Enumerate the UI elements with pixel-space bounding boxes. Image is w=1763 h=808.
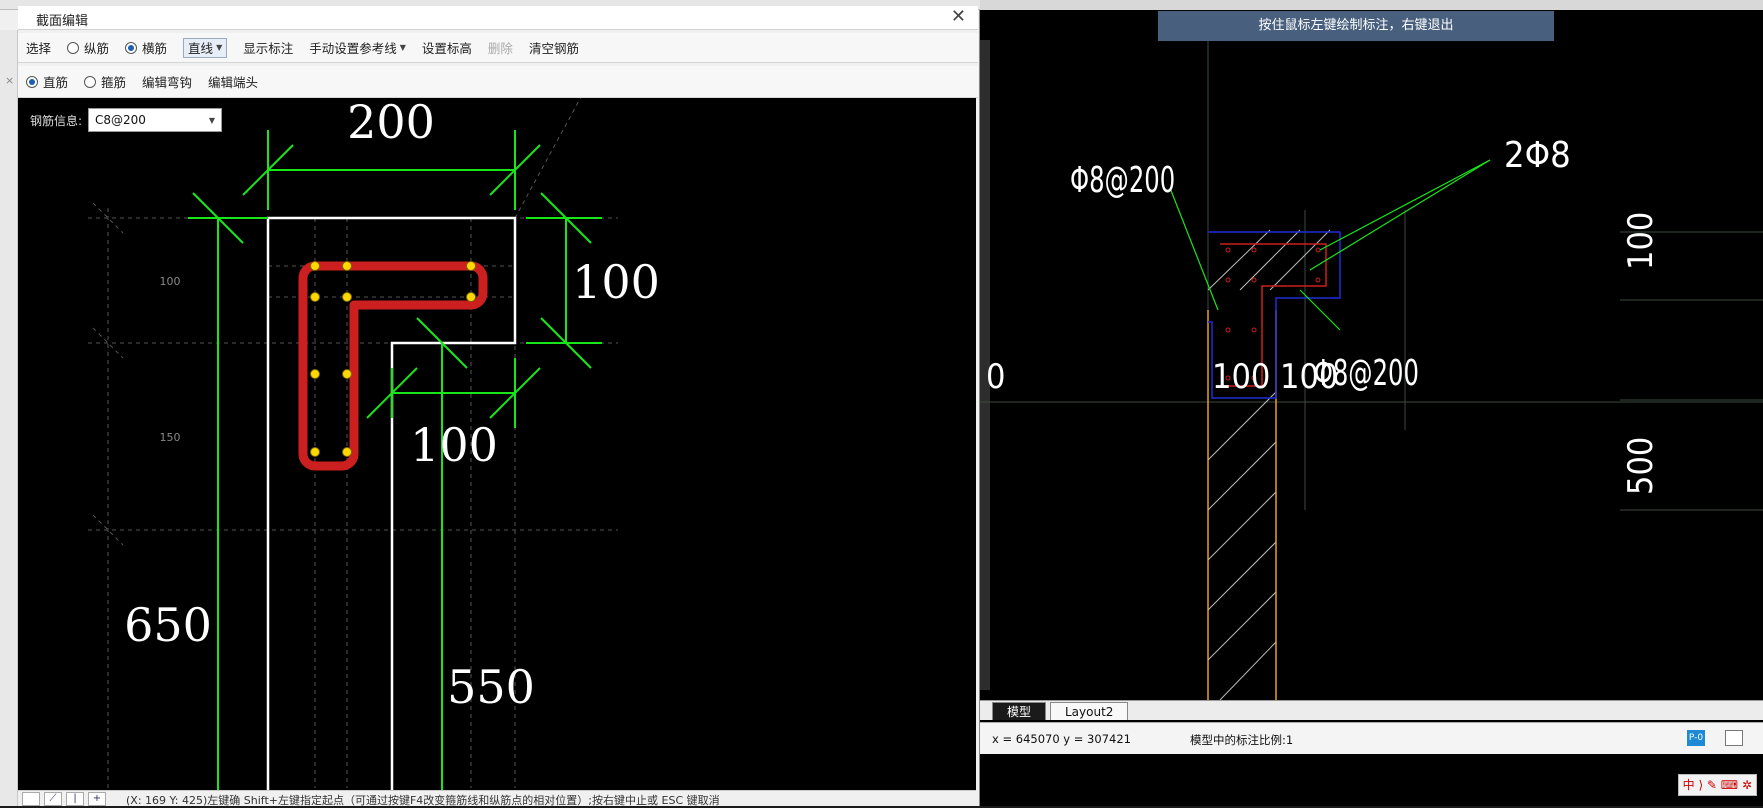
rebar-point[interactable] bbox=[310, 369, 320, 379]
radio-icon[interactable] bbox=[67, 41, 80, 54]
rebar-point[interactable] bbox=[342, 261, 352, 271]
cad-top-strip bbox=[980, 0, 1763, 10]
rebar-point[interactable] bbox=[466, 261, 476, 271]
cad-label-top-right: 2Φ8 bbox=[1504, 135, 1571, 176]
cad-lower-area bbox=[980, 754, 1763, 806]
transverse-radio[interactable]: 横筋 bbox=[117, 33, 175, 62]
cad-status-bar: x = 645070 y = 307421 模型中的标注比例:1 P-0 bbox=[980, 722, 1763, 754]
grid-label-lower: 150 bbox=[160, 431, 181, 444]
section-drawing-canvas[interactable]: 200 100 100 650 550 100 150 钢筋信息: C8@200… bbox=[18, 98, 976, 790]
edit-hook-button[interactable]: 编辑弯钩 bbox=[134, 66, 200, 97]
rebar-point[interactable] bbox=[310, 261, 320, 271]
rebar-info-select[interactable]: C8@200 ▼ bbox=[88, 108, 222, 132]
dim-inner-lower: 100 bbox=[410, 418, 498, 472]
cad-status-toggle-button[interactable]: P-0 bbox=[1687, 730, 1705, 746]
radio-selected-icon[interactable] bbox=[125, 41, 138, 54]
rebar-point[interactable] bbox=[342, 369, 352, 379]
select-button[interactable]: 选择 bbox=[18, 33, 59, 62]
stirrup-radio[interactable]: 箍筋 bbox=[76, 66, 134, 97]
cad-coordinates: x = 645070 y = 307421 bbox=[992, 732, 1131, 746]
dialog-status-bar: ⟋ | + (X: 169 Y: 425)左键确 Shift+左键指定起点（可通… bbox=[18, 790, 976, 807]
cad-leaders bbox=[1169, 159, 1491, 331]
chevron-down-icon: ▼ bbox=[216, 43, 223, 52]
section-edit-dialog: × 截面编辑 ✕ 选择 纵筋 横筋 直线 ▼ 显示标注 手动设置参考线 ▼ 设置… bbox=[0, 0, 980, 807]
line-mode-dropdown[interactable]: 直线 ▼ bbox=[175, 33, 235, 62]
status-tool-button[interactable] bbox=[22, 792, 40, 806]
cad-label-100-a: 100 bbox=[1212, 357, 1270, 397]
straight-bar-label: 直筋 bbox=[43, 75, 69, 90]
longitudinal-label: 纵筋 bbox=[84, 41, 110, 56]
section-drawing-svg[interactable]: 200 100 100 650 550 100 150 bbox=[18, 98, 976, 790]
dim-bottom: 550 bbox=[447, 660, 535, 714]
rebar-point[interactable] bbox=[466, 292, 476, 302]
cad-grid bbox=[980, 40, 1763, 610]
set-elevation-button[interactable]: 设置标高 bbox=[414, 33, 480, 62]
transverse-label: 横筋 bbox=[142, 41, 168, 56]
dim-top: 200 bbox=[347, 98, 435, 149]
show-annotation-button[interactable]: 显示标注 bbox=[235, 33, 301, 62]
radio-icon[interactable] bbox=[84, 75, 97, 88]
rebar-point[interactable] bbox=[342, 447, 352, 457]
rebar-point[interactable] bbox=[310, 447, 320, 457]
status-tool-button[interactable]: | bbox=[66, 792, 84, 806]
rebar-point[interactable] bbox=[342, 292, 352, 302]
status-tool-button[interactable]: ⟋ bbox=[44, 792, 62, 806]
chevron-down-icon: ▼ bbox=[399, 43, 406, 52]
tab-model[interactable]: 模型 bbox=[992, 702, 1047, 720]
edit-end-button[interactable]: 编辑端头 bbox=[200, 66, 266, 97]
toolbar-main: 选择 纵筋 横筋 直线 ▼ 显示标注 手动设置参考线 ▼ 设置标高 删除 清空钢… bbox=[18, 33, 978, 63]
dim-left-total: 650 bbox=[124, 598, 212, 652]
clear-rebar-button[interactable]: 清空钢筋 bbox=[521, 33, 587, 62]
cad-drawing-svg[interactable]: Φ8@200 2Φ8 Φ8@200 0 100 100 100 500 bbox=[980, 10, 1763, 700]
cad-label-zero: 0 bbox=[986, 357, 1005, 397]
cad-layout-tabs: 模型 Layout2 bbox=[980, 700, 1763, 720]
left-edge-panel: × bbox=[0, 30, 18, 806]
cad-label-right-500: 500 bbox=[1621, 437, 1661, 495]
rebar-point[interactable] bbox=[310, 292, 320, 302]
line-mode-value: 直线 bbox=[188, 41, 214, 56]
straight-bar-radio[interactable]: 直筋 bbox=[18, 66, 76, 97]
status-tool-button[interactable]: + bbox=[88, 792, 106, 806]
rebar-info-label: 钢筋信息: bbox=[30, 114, 83, 128]
cad-window-icon[interactable] bbox=[1725, 730, 1743, 746]
radio-selected-icon[interactable] bbox=[26, 75, 38, 88]
toolbar-secondary: 直筋 箍筋 编辑弯钩 编辑端头 bbox=[18, 66, 978, 98]
cad-labels: Φ8@200 2Φ8 Φ8@200 0 100 100 100 500 bbox=[986, 135, 1661, 495]
side-close-marker[interactable]: × bbox=[5, 74, 14, 87]
delete-button[interactable]: 删除 bbox=[480, 33, 521, 62]
dialog-title: 截面编辑 bbox=[36, 14, 89, 29]
tab-layout2[interactable]: Layout2 bbox=[1050, 702, 1129, 720]
rebar-info-value: C8@200 bbox=[95, 113, 146, 127]
chevron-down-icon: ▼ bbox=[208, 116, 215, 125]
cad-viewport-window: Φ8@200 2Φ8 Φ8@200 0 100 100 100 500 按住鼠标… bbox=[980, 0, 1763, 806]
dialog-titlebar: 截面编辑 ✕ bbox=[18, 6, 978, 30]
manual-ref-line-dropdown[interactable]: 手动设置参考线 ▼ bbox=[301, 33, 414, 62]
cad-hatch bbox=[1207, 229, 1331, 700]
cad-annotation-scale: 模型中的标注比例:1 bbox=[1190, 733, 1294, 747]
manual-ref-line-label: 手动设置参考线 bbox=[309, 41, 397, 56]
longitudinal-radio[interactable]: 纵筋 bbox=[59, 33, 117, 62]
cad-hint-tooltip: 按住鼠标左键绘制标注，右键退出 bbox=[1158, 11, 1554, 41]
ime-toolbar[interactable]: 中 ⟩ ✎ ⌨ ✲ bbox=[1677, 774, 1757, 796]
dim-right-upper: 100 bbox=[572, 255, 660, 309]
dimension-lines bbox=[188, 130, 602, 790]
cad-label-100-b: 100 bbox=[1280, 357, 1338, 397]
close-icon[interactable]: ✕ bbox=[951, 6, 966, 27]
stirrup-label: 箍筋 bbox=[101, 75, 127, 90]
cad-label-right-100: 100 bbox=[1621, 212, 1661, 270]
cad-label-stirrup-left: Φ8@200 bbox=[1070, 158, 1175, 201]
grid-label-upper: 100 bbox=[160, 275, 181, 288]
